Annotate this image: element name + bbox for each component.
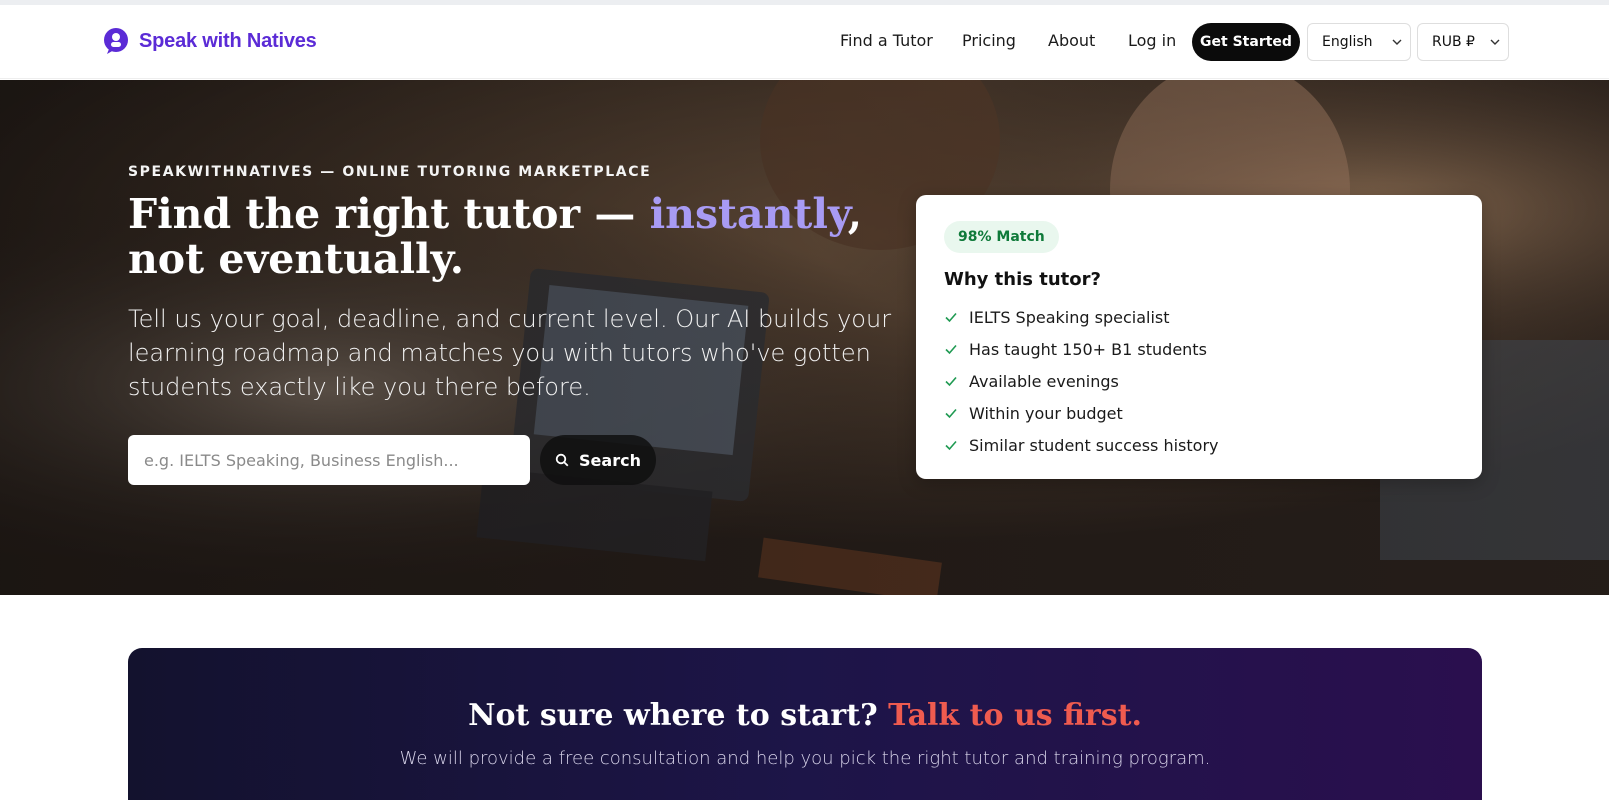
brand-logo[interactable]: Speak with Natives: [103, 27, 317, 55]
chevron-down-icon: [1392, 39, 1402, 45]
match-reason-item: IELTS Speaking specialist: [944, 301, 1219, 333]
match-card-title: Why this tutor?: [944, 269, 1101, 290]
match-reasons-list: IELTS Speaking specialist Has taught 150…: [944, 301, 1219, 461]
language-select-value: English: [1322, 34, 1373, 50]
search-button-label: Search: [579, 450, 641, 470]
check-icon: [945, 344, 957, 355]
match-reason-text: Has taught 150+ B1 students: [969, 339, 1207, 359]
check-icon: [945, 440, 957, 451]
currency-select[interactable]: RUB ₽: [1417, 23, 1509, 61]
match-score-badge: 98% Match: [944, 221, 1059, 253]
hero-eyebrow: SPEAKWITHNATIVES — ONLINE TUTORING MARKE…: [128, 164, 652, 180]
hero-section: SPEAKWITHNATIVES — ONLINE TUTORING MARKE…: [0, 80, 1609, 595]
nav-log-in[interactable]: Log in: [1128, 31, 1176, 50]
consultation-banner: Not sure where to start? Talk to us firs…: [128, 648, 1482, 800]
currency-select-value: RUB ₽: [1432, 34, 1475, 50]
match-reason-text: Available evenings: [969, 371, 1119, 391]
check-icon: [945, 312, 957, 323]
match-reason-item: Has taught 150+ B1 students: [944, 333, 1219, 365]
hero-title: Find the right tutor — instantly, not ev…: [128, 192, 908, 282]
brand-name: Speak with Natives: [139, 29, 317, 52]
check-icon: [945, 408, 957, 419]
match-reason-text: Within your budget: [969, 403, 1123, 423]
tutor-match-card: 98% Match Why this tutor? IELTS Speaking…: [916, 195, 1482, 479]
nav-about[interactable]: About: [1048, 31, 1095, 50]
match-reason-text: Similar student success history: [969, 435, 1219, 455]
hero-title-accent: instantly: [649, 190, 848, 238]
nav-pricing[interactable]: Pricing: [962, 31, 1016, 50]
search-button[interactable]: Search: [540, 435, 656, 485]
language-select[interactable]: English: [1307, 23, 1411, 61]
match-reason-item: Within your budget: [944, 397, 1219, 429]
get-started-button[interactable]: Get Started: [1192, 23, 1300, 61]
match-reason-item: Available evenings: [944, 365, 1219, 397]
consultation-title-part1: Not sure where to start?: [468, 698, 889, 733]
match-reason-text: IELTS Speaking specialist: [969, 307, 1170, 327]
hero-description: Tell us your goal, deadline, and current…: [128, 305, 892, 401]
chevron-down-icon: [1490, 39, 1500, 45]
search-input[interactable]: [128, 435, 530, 485]
check-icon: [945, 376, 957, 387]
hero-title-part1: Find the right tutor —: [128, 190, 650, 238]
consultation-title: Not sure where to start? Talk to us firs…: [128, 698, 1482, 733]
chat-bubble-logo-icon: [104, 28, 128, 54]
search-icon: [555, 453, 569, 467]
consultation-title-accent: Talk to us first.: [888, 698, 1142, 733]
nav-find-a-tutor[interactable]: Find a Tutor: [840, 31, 933, 50]
consultation-subtitle: We will provide a free consultation and …: [399, 748, 1211, 769]
match-reason-item: Similar student success history: [944, 429, 1219, 461]
site-header: Speak with Natives Find a Tutor Pricing …: [0, 5, 1609, 79]
